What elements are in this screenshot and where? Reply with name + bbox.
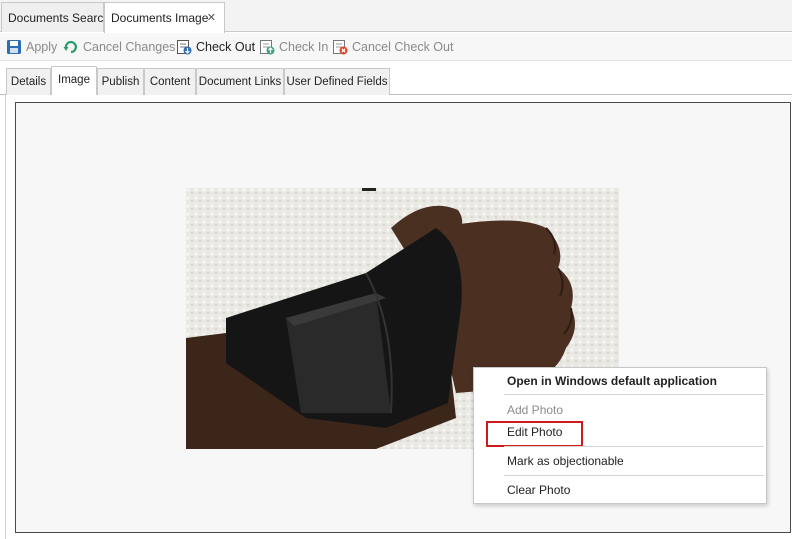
cancel-check-out-button[interactable]: Cancel Check Out: [332, 33, 454, 61]
tab-label: Documents Search: [8, 11, 111, 25]
check-out-button[interactable]: Check Out: [176, 33, 256, 61]
menu-item-mark-objectionable[interactable]: Mark as objectionable: [474, 450, 766, 472]
cancel-check-out-icon: [333, 40, 348, 55]
tab-documents-image[interactable]: Documents Image ✕: [104, 2, 225, 33]
apply-label: Apply: [26, 40, 58, 54]
close-icon[interactable]: ✕: [207, 3, 216, 33]
menu-separator: [504, 394, 764, 395]
cancel-changes-label: Cancel Changes: [83, 40, 176, 54]
tab-label: Documents Image: [111, 11, 209, 25]
menu-item-edit-photo[interactable]: Edit Photo: [474, 421, 766, 447]
check-in-label: Check In: [279, 40, 329, 54]
tab-publish[interactable]: Publish: [97, 68, 144, 95]
menu-item-add-photo[interactable]: Add Photo: [474, 399, 766, 421]
menu-separator: [504, 475, 764, 476]
tab-image[interactable]: Image: [51, 66, 97, 96]
apply-button[interactable]: Apply: [6, 33, 62, 61]
menu-item-clear-photo[interactable]: Clear Photo: [474, 479, 766, 501]
detail-tab-bar: Details Image Publish Content Document L…: [0, 66, 792, 96]
save-icon: [7, 40, 21, 54]
tab-documents-search[interactable]: Documents Search: [1, 2, 110, 32]
cancel-changes-button[interactable]: Cancel Changes: [63, 33, 175, 61]
check-in-icon: [260, 40, 275, 55]
check-in-button[interactable]: Check In: [259, 33, 329, 61]
menu-item-open-default-app[interactable]: Open in Windows default application: [474, 370, 766, 392]
toolbar: Apply Cancel Changes Check Out Check In: [0, 33, 792, 61]
tab-document-links[interactable]: Document Links: [196, 68, 284, 95]
check-out-label: Check Out: [196, 40, 256, 54]
tab-details[interactable]: Details: [6, 68, 51, 95]
check-out-icon: [177, 40, 192, 55]
undo-icon: [63, 40, 77, 54]
cancel-check-out-label: Cancel Check Out: [352, 40, 454, 54]
context-menu: Open in Windows default application Add …: [473, 367, 767, 504]
menu-separator: [504, 446, 764, 447]
tab-content[interactable]: Content: [144, 68, 196, 95]
tab-user-defined-fields[interactable]: User Defined Fields: [284, 68, 390, 95]
document-tab-bar: Documents Search Documents Image ✕: [0, 0, 792, 33]
